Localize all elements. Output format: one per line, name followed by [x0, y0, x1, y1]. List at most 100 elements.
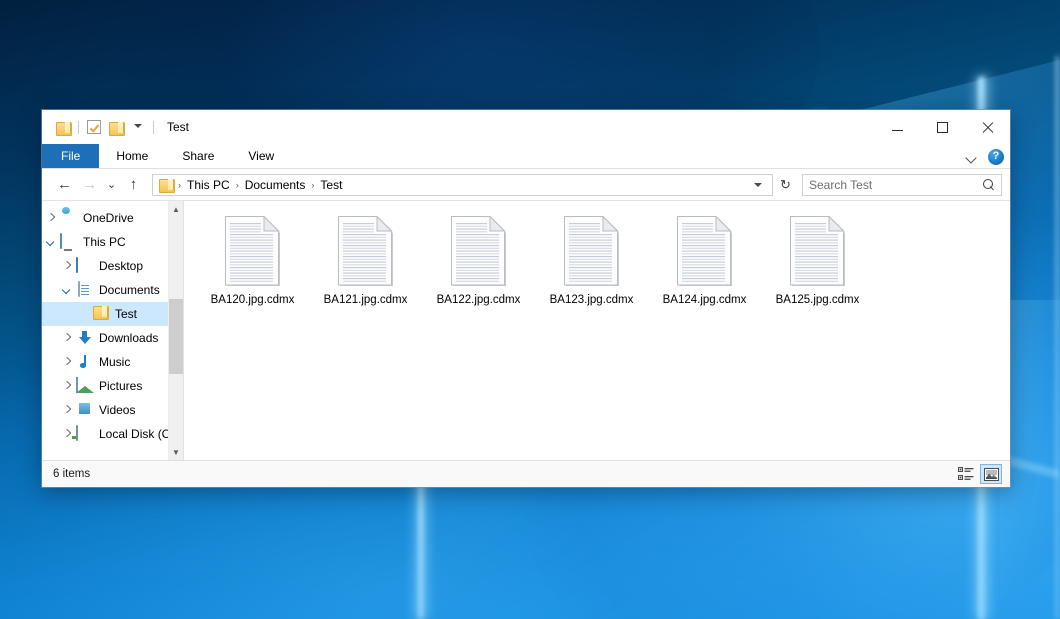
window-body: OneDrive This PC Desktop Documents [42, 200, 1010, 460]
search-icon[interactable] [983, 179, 995, 191]
breadcrumb-documents[interactable]: Documents [240, 176, 311, 194]
chevron-right-icon [63, 334, 71, 342]
minimize-button[interactable] [875, 110, 920, 144]
scroll-down-button[interactable]: ▼ [169, 444, 184, 460]
quick-access-toolbar: Test [42, 110, 189, 144]
sidebar-item-documents[interactable]: Documents [42, 278, 183, 302]
breadcrumb-dropdown-icon[interactable] [748, 174, 768, 195]
close-button[interactable] [965, 110, 1010, 144]
chevron-right-icon [63, 358, 71, 366]
properties-button[interactable] [83, 116, 105, 138]
twisty[interactable] [58, 286, 76, 294]
tab-view[interactable]: View [231, 144, 291, 168]
large-icons-view-icon [984, 468, 999, 481]
breadcrumb-folder-icon [159, 178, 174, 191]
file-name-label: BA121.jpg.cdmx [324, 293, 408, 307]
folder-icon [56, 121, 71, 134]
expand-ribbon-icon[interactable] [964, 150, 978, 164]
file-item[interactable]: BA125.jpg.cdmx [761, 213, 874, 311]
breadcrumb-this-pc[interactable]: This PC [182, 176, 235, 194]
sidebar-item-this-pc[interactable]: This PC [42, 230, 183, 254]
file-item[interactable]: BA120.jpg.cdmx [196, 213, 309, 311]
large-icons-view-button[interactable] [980, 464, 1002, 484]
file-name-label: BA125.jpg.cdmx [776, 293, 860, 307]
documents-icon [76, 282, 94, 298]
generic-document-icon [676, 216, 734, 288]
ribbon-right-controls: ? [964, 144, 1004, 169]
sidebar-item-local-disk-c[interactable]: Local Disk (C:) [42, 422, 183, 446]
sidebar-item-label: Documents [99, 283, 160, 297]
scrollbar-thumb[interactable] [169, 299, 184, 374]
folder-icon [92, 306, 110, 322]
navigation-pane-scrollbar[interactable]: ▲ ▼ [168, 201, 183, 460]
new-folder-button[interactable] [105, 116, 127, 138]
customize-quick-access-button[interactable] [127, 116, 149, 138]
help-icon[interactable]: ? [988, 149, 1004, 165]
sidebar-item-desktop[interactable]: Desktop [42, 254, 183, 278]
breadcrumb-test[interactable]: Test [315, 176, 347, 194]
file-name-label: BA122.jpg.cdmx [437, 293, 521, 307]
downloads-icon [76, 330, 94, 346]
sidebar-item-onedrive[interactable]: OneDrive [42, 206, 183, 230]
sidebar-item-downloads[interactable]: Downloads [42, 326, 183, 350]
generic-document-icon [224, 216, 282, 288]
sidebar-item-videos[interactable]: Videos [42, 398, 183, 422]
music-icon [76, 354, 94, 370]
chevron-right-icon [63, 382, 71, 390]
twisty[interactable] [42, 214, 60, 222]
chevron-down-icon [134, 123, 143, 132]
content-pane[interactable]: BA120.jpg.cdmx BA121.jpg.cdmx BA122.jpg.cd… [183, 201, 1010, 460]
twisty[interactable] [58, 382, 76, 390]
back-button[interactable]: ← [52, 172, 77, 197]
file-name-label: BA124.jpg.cdmx [663, 293, 747, 307]
sidebar-item-music[interactable]: Music [42, 350, 183, 374]
twisty[interactable] [42, 238, 60, 246]
search-box[interactable] [802, 174, 1002, 196]
scroll-up-button[interactable]: ▲ [169, 201, 184, 217]
file-name-label: BA123.jpg.cdmx [550, 293, 634, 307]
tab-share[interactable]: Share [165, 144, 231, 168]
maximize-button[interactable] [920, 110, 965, 144]
twisty[interactable] [58, 334, 76, 342]
quick-access-folder-button[interactable] [52, 116, 74, 138]
scrollbar-track[interactable] [169, 217, 184, 444]
forward-button: → [77, 172, 102, 197]
twisty[interactable] [58, 406, 76, 414]
recent-locations-button[interactable]: ⌄ [102, 172, 121, 197]
status-bar: 6 items [42, 460, 1010, 487]
title-bar: Test [42, 110, 1010, 144]
refresh-button[interactable]: ↻ [774, 173, 797, 196]
tab-home[interactable]: Home [99, 144, 165, 168]
maximize-icon [937, 122, 948, 133]
file-item[interactable]: BA124.jpg.cdmx [648, 213, 761, 311]
onedrive-icon [60, 210, 78, 226]
navigation-pane: OneDrive This PC Desktop Documents [42, 201, 183, 460]
sidebar-item-label: Downloads [99, 331, 158, 345]
details-view-button[interactable] [955, 464, 977, 484]
breadcrumb[interactable]: › This PC › Documents › Test [152, 174, 773, 196]
generic-document-icon [337, 216, 395, 288]
window-title: Test [167, 120, 189, 134]
file-item[interactable]: BA123.jpg.cdmx [535, 213, 648, 311]
address-bar: ← → ⌄ ↑ › This PC › Documents › Test ↻ [42, 169, 1010, 200]
sidebar-item-label: Music [99, 355, 130, 369]
generic-document-icon [563, 216, 621, 288]
sidebar-item-label: Desktop [99, 259, 143, 273]
properties-icon [87, 120, 101, 134]
twisty[interactable] [58, 358, 76, 366]
file-item[interactable]: BA121.jpg.cdmx [309, 213, 422, 311]
up-button[interactable]: ↑ [121, 172, 146, 197]
sidebar-item-label: Local Disk (C:) [99, 427, 178, 441]
pictures-icon [76, 378, 94, 394]
generic-document-icon [789, 216, 847, 288]
tab-file[interactable]: File [42, 144, 99, 168]
disk-icon [76, 426, 94, 442]
sidebar-item-test[interactable]: Test [42, 302, 183, 326]
file-grid: BA120.jpg.cdmx BA121.jpg.cdmx BA122.jpg.cd… [196, 213, 1004, 311]
twisty[interactable] [58, 262, 76, 270]
file-item[interactable]: BA122.jpg.cdmx [422, 213, 535, 311]
window-controls [875, 110, 1010, 144]
search-input[interactable] [809, 178, 983, 192]
file-name-label: BA120.jpg.cdmx [211, 293, 295, 307]
sidebar-item-pictures[interactable]: Pictures [42, 374, 183, 398]
